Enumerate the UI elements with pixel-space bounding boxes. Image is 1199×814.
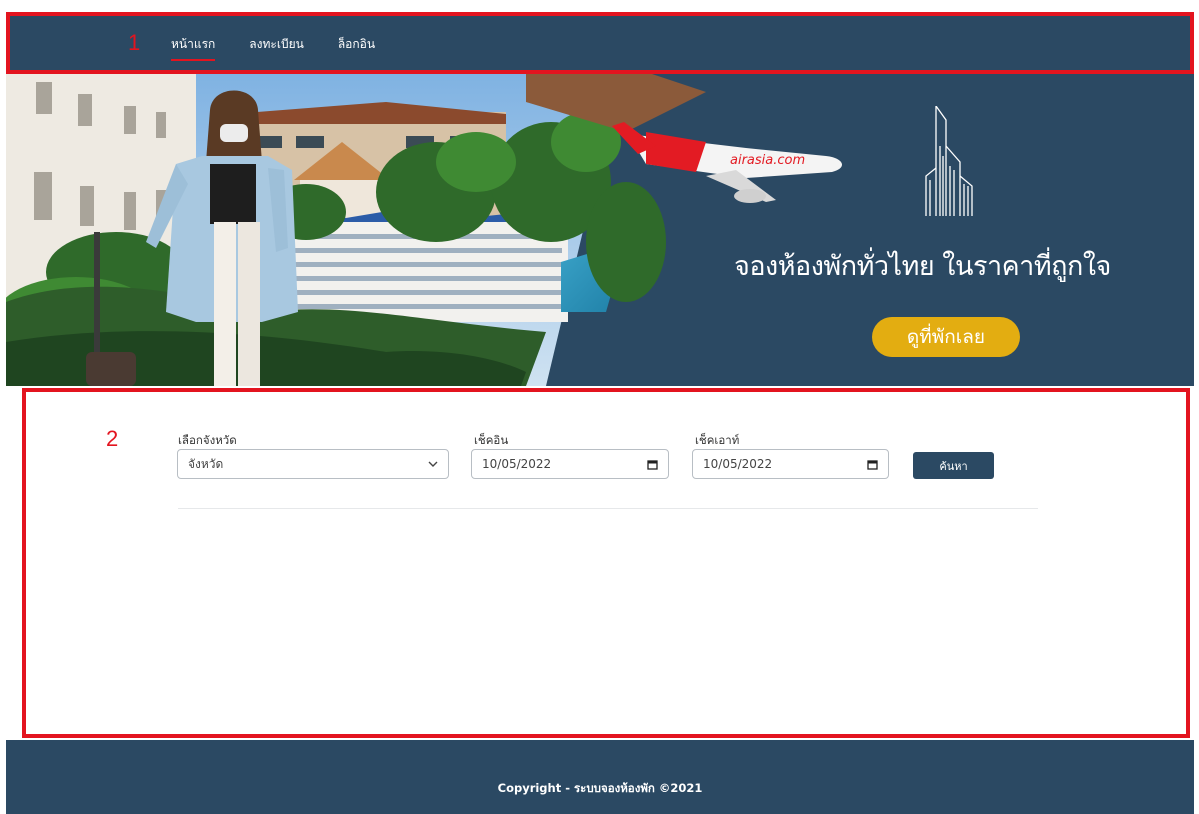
hero-headline: จองห้องพักทั่วไทย ในราคาที่ถูกใจ bbox=[734, 251, 1111, 282]
checkin-date-value: 10/05/2022 bbox=[482, 457, 552, 471]
province-select[interactable]: จังหวัด bbox=[177, 449, 449, 479]
footer: Copyright - ระบบจองห้องพัก ©2021 bbox=[6, 740, 1194, 814]
city-skyline-icon bbox=[925, 106, 973, 216]
calendar-icon[interactable] bbox=[867, 459, 878, 470]
nav-links: หน้าแรก ลงทะเบียน ล็อกอิน bbox=[171, 35, 409, 61]
checkin-date-input[interactable]: 10/05/2022 bbox=[471, 449, 669, 479]
chevron-down-icon bbox=[428, 461, 438, 467]
copyright-text: Copyright - ระบบจองห้องพัก ©2021 bbox=[497, 781, 703, 795]
annotation-number-2: 2 bbox=[106, 426, 119, 451]
hero-banner: airasia.com จองห้องพักทั่วไทย ในราคาที่ถ… bbox=[6, 72, 1194, 386]
nav-item-register[interactable]: ลงทะเบียน bbox=[249, 35, 304, 58]
top-navbar: หน้าแรก ลงทะเบียน ล็อกอิน bbox=[6, 14, 1194, 72]
calendar-icon[interactable] bbox=[647, 459, 658, 470]
section-divider bbox=[178, 508, 1038, 509]
plane-livery-text: airasia.com bbox=[730, 153, 805, 168]
province-select-value: จังหวัด bbox=[188, 456, 224, 471]
checkout-date-value: 10/05/2022 bbox=[703, 457, 773, 471]
province-label: เลือกจังหวัด bbox=[178, 433, 237, 447]
checkout-date-input[interactable]: 10/05/2022 bbox=[692, 449, 889, 479]
nav-item-home[interactable]: หน้าแรก bbox=[171, 35, 216, 61]
checkout-label: เช็คเอาท์ bbox=[695, 433, 740, 447]
checkin-label: เช็คอิน bbox=[474, 433, 509, 447]
nav-item-login[interactable]: ล็อกอิน bbox=[338, 35, 375, 58]
view-accommodation-button[interactable]: ดูที่พักเลย bbox=[872, 317, 1020, 357]
search-button[interactable]: ค้นหา bbox=[913, 452, 994, 479]
annotation-number-1: 1 bbox=[128, 30, 141, 55]
